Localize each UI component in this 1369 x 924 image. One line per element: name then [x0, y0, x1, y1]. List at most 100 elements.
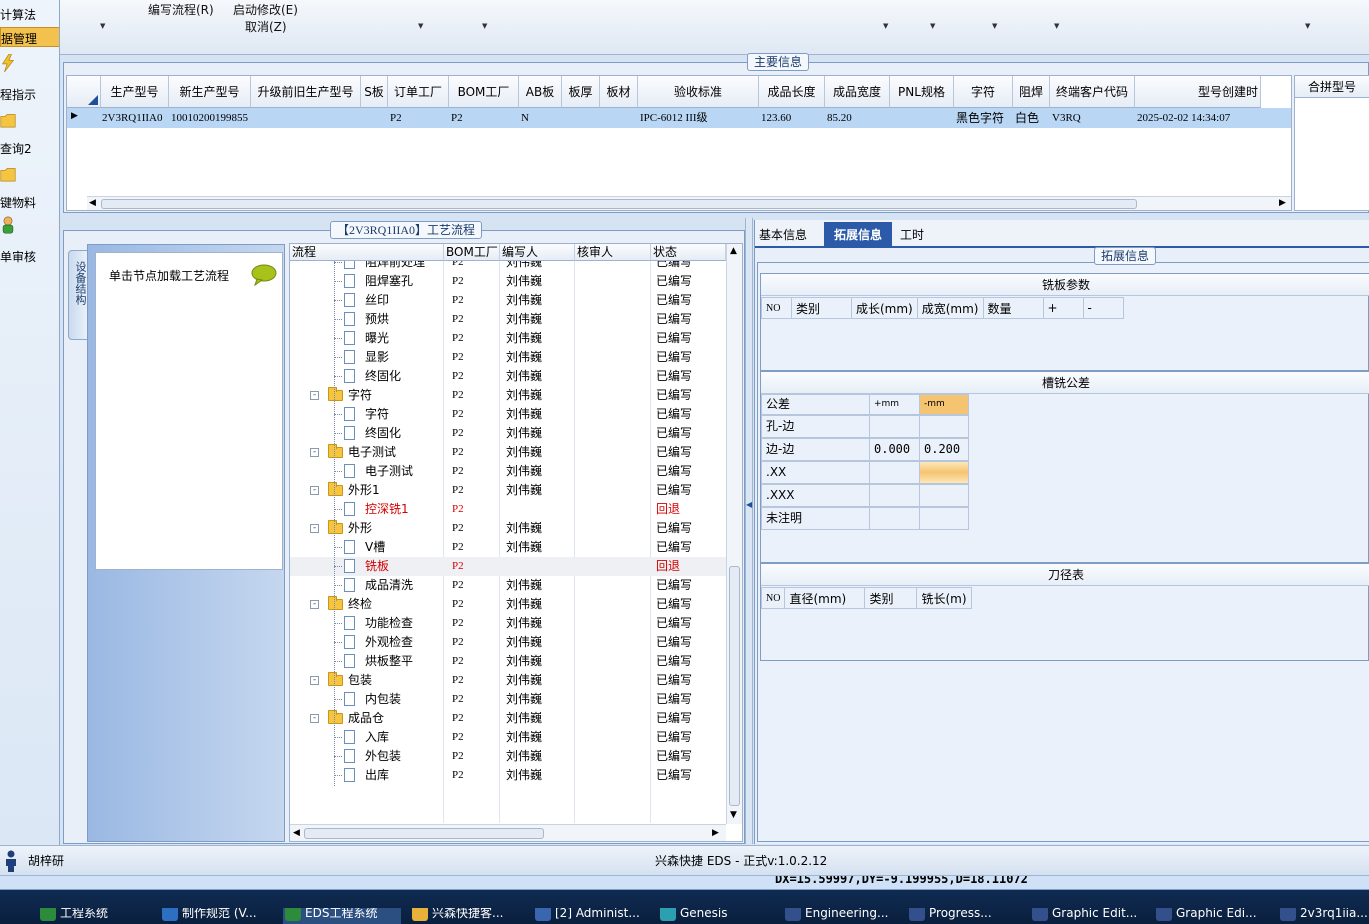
column-header[interactable]: 类别 — [864, 587, 918, 609]
collapse-icon[interactable]: - — [310, 486, 319, 495]
column-header[interactable]: 核审人 — [575, 244, 651, 261]
tree-row[interactable]: 阻焊塞孔 P2 刘伟巍 已编写 — [290, 272, 726, 291]
horizontal-scrollbar[interactable]: ◀ ▶ — [290, 824, 726, 841]
table-cell[interactable] — [361, 108, 388, 128]
chevron-right-icon[interactable]: ▶ — [1279, 198, 1286, 208]
tree-row[interactable]: - 终检 P2 刘伟巍 已编写 — [290, 595, 726, 614]
taskbar-item[interactable]: EDS工程系统 — [283, 908, 401, 924]
tree-row[interactable]: - 成品仓 P2 刘伟巍 已编写 — [290, 709, 726, 728]
collapse-icon[interactable]: - — [310, 714, 319, 723]
tab-extended-info[interactable]: 拓展信息 — [824, 222, 892, 248]
tree-row[interactable]: 显影 P2 刘伟巍 已编写 — [290, 348, 726, 367]
column-header[interactable]: 阻焊 — [1013, 76, 1050, 108]
chevron-left-icon[interactable]: ◀ — [293, 828, 300, 838]
column-header[interactable]: 数量 — [982, 297, 1044, 319]
column-header[interactable]: S板 — [361, 76, 388, 108]
tolerance-label[interactable]: 未注明 — [761, 507, 870, 530]
table-cell[interactable] — [251, 108, 361, 128]
table-cell[interactable] — [562, 108, 600, 128]
column-header[interactable]: 成长(mm) — [851, 297, 918, 319]
tree-row[interactable]: 外包装 P2 刘伟巍 已编写 — [290, 747, 726, 766]
scrollbar-thumb[interactable] — [304, 828, 544, 839]
tolerance-label[interactable]: 孔-边 — [761, 415, 870, 438]
taskbar-item[interactable]: 兴森快捷客... — [410, 908, 503, 924]
tree-row[interactable]: 成品清洗 P2 刘伟巍 已编写 — [290, 576, 726, 595]
column-header[interactable]: 铣长(m) — [916, 587, 972, 609]
tolerance-label[interactable]: .XX — [761, 461, 870, 484]
chevron-down-icon[interactable]: ▼ — [100, 22, 105, 30]
table-cell[interactable]: IPC-6012 III级 — [638, 108, 759, 128]
taskbar-item[interactable]: 工程系统 — [38, 908, 108, 924]
column-header[interactable]: BOM工厂 — [444, 244, 500, 261]
table-cell[interactable]: N — [519, 108, 562, 128]
tree-row[interactable]: 预烘 P2 刘伟巍 已编写 — [290, 310, 726, 329]
table-cell[interactable]: 85.20 — [825, 108, 890, 128]
tolerance-plus-input[interactable] — [869, 415, 920, 438]
chevron-left-icon[interactable]: ◀ — [89, 198, 96, 208]
column-header[interactable]: -mm — [919, 394, 969, 415]
tree-row[interactable]: 控深铣1 P2 回退 — [290, 500, 726, 519]
start-modify-button[interactable]: 启动修改(E) — [233, 3, 298, 18]
collapse-icon[interactable]: - — [310, 524, 319, 533]
taskbar-item[interactable]: Graphic Edit... — [1030, 908, 1137, 924]
vertical-scrollbar[interactable]: ▲ ▼ — [726, 244, 742, 824]
tree-row[interactable]: 阻焊前处理 P2 刘伟巍 已编写 — [290, 261, 726, 272]
write-process-button[interactable]: 编写流程(R) — [148, 3, 214, 18]
scrollbar-thumb[interactable] — [729, 566, 740, 806]
chevron-down-icon[interactable]: ▼ — [992, 22, 997, 30]
tree-row[interactable]: 铣板 P2 回退 — [290, 557, 726, 576]
nav-item-process-guide[interactable]: 程指示 — [0, 54, 59, 104]
column-header[interactable]: - — [1082, 297, 1124, 319]
tolerance-plus-input[interactable] — [869, 484, 920, 507]
table-cell[interactable] — [600, 108, 638, 128]
nav-item-order-review[interactable]: 单审核 — [0, 216, 59, 266]
column-header[interactable]: 直径(mm) — [784, 587, 866, 609]
vertical-splitter[interactable]: ◀ — [745, 218, 753, 844]
chevron-up-icon[interactable]: ▲ — [730, 246, 737, 256]
tree-row[interactable]: 电子测试 P2 刘伟巍 已编写 — [290, 462, 726, 481]
column-header[interactable]: 状态 — [651, 244, 726, 261]
horizontal-scrollbar[interactable]: ◀ ▶ — [87, 196, 1291, 210]
chevron-down-icon[interactable]: ▼ — [1305, 22, 1310, 30]
nav-item-calc[interactable]: 计算法 — [0, 4, 59, 24]
tolerance-minus-input[interactable] — [919, 461, 969, 484]
column-header[interactable]: 板厚 — [562, 76, 600, 108]
tree-row[interactable]: 外观检查 P2 刘伟巍 已编写 — [290, 633, 726, 652]
tree-row[interactable]: 烘板整平 P2 刘伟巍 已编写 — [290, 652, 726, 671]
collapse-icon[interactable]: - — [310, 448, 319, 457]
tolerance-minus-input[interactable] — [919, 415, 969, 438]
tab-basic-info[interactable]: 基本信息 — [759, 226, 807, 243]
taskbar-item[interactable]: Genesis — [658, 908, 728, 924]
column-header[interactable]: 升级前旧生产型号 — [251, 76, 361, 108]
tree-row[interactable]: 终固化 P2 刘伟巍 已编写 — [290, 367, 726, 386]
taskbar-item[interactable]: Graphic Edi... — [1154, 908, 1257, 924]
tree-row[interactable]: V槽 P2 刘伟巍 已编写 — [290, 538, 726, 557]
tree-row[interactable]: 丝印 P2 刘伟巍 已编写 — [290, 291, 726, 310]
tab-work-hours[interactable]: 工时 — [900, 226, 924, 243]
column-header[interactable]: 公差 — [761, 394, 870, 415]
column-header[interactable]: NO — [760, 587, 786, 609]
table-cell[interactable]: 白色 — [1013, 108, 1050, 128]
scrollbar-thumb[interactable] — [101, 199, 1137, 209]
tree-row[interactable]: - 外形1 P2 刘伟巍 已编写 — [290, 481, 726, 500]
column-header[interactable]: 型号创建时 — [1135, 76, 1261, 108]
column-header[interactable]: 订单工厂 — [388, 76, 449, 108]
chevron-down-icon[interactable]: ▼ — [482, 22, 487, 30]
table-cell[interactable] — [890, 108, 954, 128]
tolerance-plus-input[interactable] — [869, 461, 920, 484]
table-cell[interactable]: 黑色字符 — [954, 108, 1013, 128]
nav-item-data-management[interactable]: 据管理 — [0, 27, 59, 47]
tree-row[interactable]: 内包装 P2 刘伟巍 已编写 — [290, 690, 726, 709]
chevron-down-icon[interactable]: ▼ — [1054, 22, 1059, 30]
chevron-right-icon[interactable]: ▶ — [712, 828, 719, 838]
tolerance-label[interactable]: 边-边 — [761, 438, 870, 461]
nav-item-query2[interactable]: 查询2 — [0, 110, 59, 160]
column-header[interactable]: 生产型号 — [101, 76, 169, 108]
column-header[interactable]: 成品长度 — [759, 76, 825, 108]
table-cell[interactable]: P2 — [388, 108, 449, 128]
tolerance-plus-input[interactable]: 0.000 — [869, 438, 920, 461]
column-header[interactable]: 终端客户代码 — [1050, 76, 1135, 108]
tolerance-minus-input[interactable]: 0.200 — [919, 438, 969, 461]
chevron-left-icon[interactable]: ◀ — [746, 500, 752, 509]
column-header[interactable]: AB板 — [519, 76, 562, 108]
